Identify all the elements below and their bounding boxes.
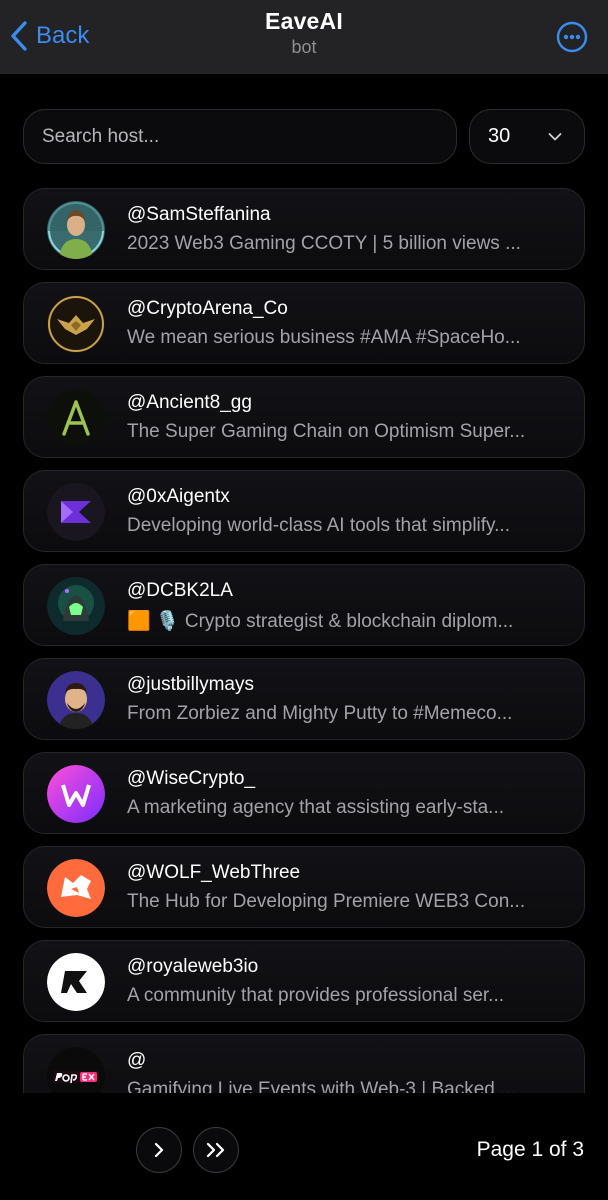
host-card-justbillymays[interactable]: @justbillymays From Zorbiez and Mighty P… (23, 658, 585, 740)
host-bio: A marketing agency that assisting early-… (127, 797, 505, 818)
host-card-royaleweb3io[interactable]: @royaleweb3io A community that provides … (23, 940, 585, 1022)
host-handle: @WiseCrypto_ (127, 768, 256, 789)
host-card-popex[interactable]: @ Gamifying Live Events with Web-3 | Bac… (23, 1034, 585, 1093)
page-title: EaveAI (265, 8, 343, 34)
host-handle: @justbillymays (127, 674, 254, 695)
host-card-cryptoarena[interactable]: @CryptoArena_Co We mean serious business… (23, 282, 585, 364)
avatar (47, 483, 105, 541)
double-chevron-right-icon (206, 1142, 225, 1158)
host-card-wisecrypto[interactable]: @WiseCrypto_ A marketing agency that ass… (23, 752, 585, 834)
nav-header: Back EaveAI bot (0, 0, 608, 74)
host-card-wolf-webthree[interactable]: @WOLF_WebThree The Hub for Developing Pr… (23, 846, 585, 928)
host-bio: 🟧 🎙️ Crypto strategist & blockchain dipl… (127, 611, 514, 632)
host-bio: From Zorbiez and Mighty Putty to #Memeco… (127, 703, 513, 724)
host-bio: 2023 Web3 Gaming CCOTY | 5 billion views… (127, 233, 521, 254)
host-handle: @CryptoArena_Co (127, 298, 288, 319)
avatar (47, 859, 105, 917)
host-handle: @Ancient8_gg (127, 392, 252, 413)
page-size-select[interactable]: 30 (469, 109, 585, 164)
avatar (47, 671, 105, 729)
next-page-button[interactable] (136, 1127, 182, 1173)
more-options-icon[interactable] (556, 21, 588, 53)
host-handle: @DCBK2LA (127, 580, 233, 601)
avatar (47, 765, 105, 823)
app-screen: Back EaveAI bot 30 (0, 0, 608, 1200)
host-handle: @SamSteffanina (127, 204, 271, 225)
host-card-samsteffanina[interactable]: @SamSteffanina 2023 Web3 Gaming CCOTY | … (23, 188, 585, 270)
page-indicator: Page 1 of 3 (476, 1138, 584, 1161)
pagination-bar: Page 1 of 3 (0, 1093, 608, 1200)
last-page-button[interactable] (193, 1127, 239, 1173)
avatar (47, 953, 105, 1011)
avatar (47, 201, 105, 259)
avatar (47, 1047, 105, 1093)
title-block: EaveAI bot (0, 8, 608, 58)
host-bio: The Hub for Developing Premiere WEB3 Con… (127, 891, 526, 912)
host-bio: Developing world-class AI tools that sim… (127, 515, 510, 536)
host-handle: @WOLF_WebThree (127, 862, 301, 883)
avatar (47, 577, 105, 635)
chevron-right-icon (154, 1142, 164, 1158)
page-subtitle: bot (291, 37, 317, 57)
host-bio: The Super Gaming Chain on Optimism Super… (127, 421, 526, 442)
host-handle: @ (127, 1050, 147, 1071)
avatar (47, 295, 105, 353)
page-size-value: 30 (488, 125, 511, 147)
host-card-0xaigentx[interactable]: @0xAigentx Developing world-class AI too… (23, 470, 585, 552)
host-list: @SamSteffanina 2023 Web3 Gaming CCOTY | … (23, 188, 585, 1093)
chevron-down-icon (548, 132, 562, 140)
host-bio: A community that provides professional s… (127, 985, 505, 1006)
host-card-ancient8[interactable]: @Ancient8_gg The Super Gaming Chain on O… (23, 376, 585, 458)
host-bio: We mean serious business #AMA #SpaceHo..… (127, 327, 521, 348)
host-handle: @royaleweb3io (127, 956, 259, 977)
host-card-dcbk2la[interactable]: @DCBK2LA 🟧 🎙️ Crypto strategist & blockc… (23, 564, 585, 646)
search-input[interactable] (23, 109, 457, 164)
host-handle: @0xAigentx (127, 486, 230, 507)
host-bio: Gamifying Live Events with Web-3 | Backe… (127, 1079, 516, 1093)
avatar (47, 389, 105, 447)
